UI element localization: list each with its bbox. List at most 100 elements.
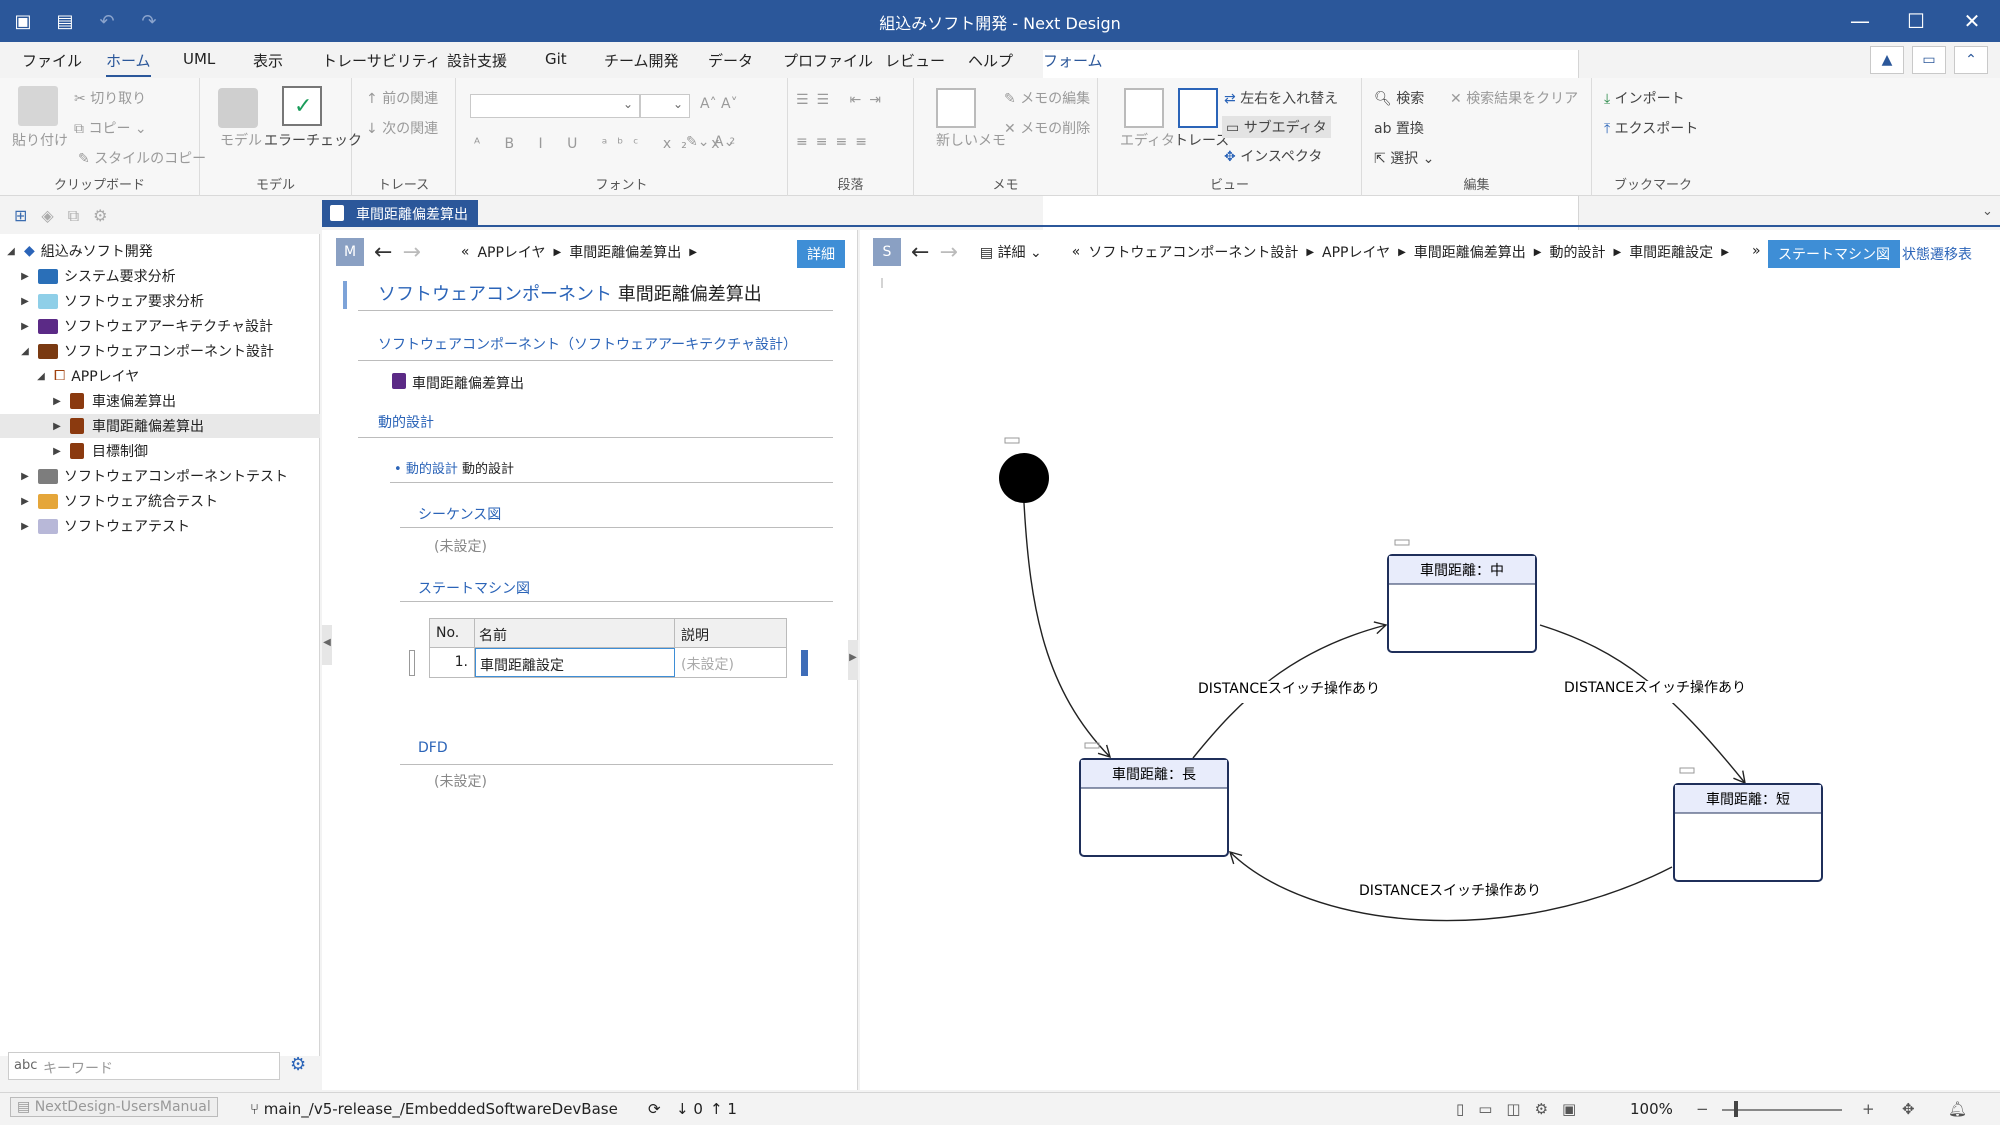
tree-copy-icon[interactable]: ⧉ — [68, 206, 79, 226]
tree-item[interactable]: ▶ ソフトウェアテスト — [18, 514, 190, 538]
initial-state[interactable] — [999, 453, 1049, 503]
tree-item[interactable]: ◢ ⧠ APPレイヤ — [34, 364, 139, 388]
copy-button[interactable]: ⧉ コピー ⌄ — [74, 118, 147, 138]
expand-icon[interactable]: ▶ — [18, 496, 32, 507]
expand-icon[interactable]: ▶ — [50, 446, 64, 457]
account-icon[interactable]: ▲ — [1870, 46, 1904, 74]
zoom-out-icon[interactable]: − — [1696, 1100, 1709, 1118]
close-icon[interactable]: ✕ — [1944, 0, 2000, 42]
font-size-select[interactable]: ⌄ — [640, 94, 690, 118]
copy-style-button[interactable]: ✎ スタイルのコピー — [78, 148, 206, 168]
error-check-button[interactable]: エラーチェック — [264, 130, 362, 150]
swap-button[interactable]: ⇄ 左右を入れ替え — [1224, 88, 1338, 108]
forward-icon[interactable]: → — [402, 240, 420, 265]
tree-item[interactable]: ▶ 目標制御 — [50, 439, 148, 463]
cut-button[interactable]: ✂ 切り取り — [74, 88, 146, 108]
push-count[interactable]: ↑ 1 — [710, 1100, 737, 1118]
tab-traceability[interactable]: トレーサビリティ — [322, 50, 441, 71]
subeditor-button[interactable]: ▭ サブエディタ — [1222, 116, 1331, 138]
tree-link-icon[interactable]: ⚙ — [93, 206, 107, 226]
expand-icon[interactable]: ▶ — [50, 396, 64, 407]
edit-memo-button[interactable]: ✎ メモの編集 — [1004, 88, 1090, 108]
collapse-left-icon[interactable]: ◀ — [322, 625, 332, 665]
tree-item[interactable]: ▶ ソフトウェア要求分析 — [18, 289, 204, 313]
export-button[interactable]: ⤒ エクスポート — [1604, 118, 1698, 138]
expand-icon[interactable]: ▶ — [50, 421, 64, 432]
transition-label[interactable]: DISTANCEスイッチ操作あり — [1359, 883, 1541, 899]
transition-mid-to-short[interactable] — [1539, 624, 1746, 785]
delete-memo-button[interactable]: ✕ メモの削除 — [1004, 118, 1090, 138]
column-header[interactable]: No. — [430, 619, 475, 647]
search-button[interactable]: 🔍︎ 検索 — [1374, 88, 1424, 108]
inspector-button[interactable]: ✥ インスペクタ — [1224, 146, 1322, 166]
fit-icon[interactable]: ✥ — [1902, 1100, 1915, 1118]
tab-list-icon[interactable]: ⌄ — [1982, 204, 1993, 219]
bell-icon[interactable]: 🔔︎ — [1948, 1100, 1967, 1118]
filter-settings-icon[interactable]: ⚙ — [290, 1054, 306, 1075]
tab-profile[interactable]: プロファイル — [783, 50, 873, 71]
row-handle[interactable] — [409, 650, 415, 676]
select-button[interactable]: ⇱ 選択 ⌄ — [1374, 148, 1434, 168]
zoom-in-icon[interactable]: + — [1862, 1100, 1875, 1118]
tab-review[interactable]: レビュー — [885, 50, 945, 71]
import-button[interactable]: ⤓ インポート — [1604, 88, 1685, 108]
state-long[interactable]: 車間距離：長 — [1079, 758, 1229, 857]
back-icon[interactable]: ← — [374, 240, 392, 265]
collapse-ribbon-icon[interactable]: ⌃ — [1954, 46, 1988, 74]
next-relation-button[interactable]: ↓ 次の関連 — [366, 118, 438, 138]
collapse-icon[interactable]: ◢ — [4, 246, 18, 257]
breadcrumb-prefix[interactable]: « — [461, 244, 470, 260]
font-family-select[interactable]: ⌄ — [470, 94, 640, 118]
component-link[interactable]: 車間距離偏差算出 — [412, 373, 524, 393]
tab-home[interactable]: ホーム — [106, 50, 151, 77]
clear-search-button[interactable]: ✕ 検索結果をクリア — [1450, 88, 1578, 108]
tab-design-support[interactable]: 設計支援 — [447, 50, 507, 71]
comment-icon[interactable]: ▭ — [1912, 46, 1946, 74]
collapse-icon[interactable]: ◢ — [34, 371, 48, 382]
keyword-search-input[interactable]: キーワード — [8, 1052, 280, 1080]
initial-transition[interactable] — [1023, 502, 1112, 759]
tab-help[interactable]: ヘルプ — [968, 50, 1013, 71]
transition-label[interactable]: DISTANCEスイッチ操作あり — [1198, 681, 1380, 697]
tree-item[interactable]: ▶ ソフトウェアアーキテクチャ設計 — [18, 314, 273, 338]
tree-view-icon[interactable]: ⊞ — [14, 206, 27, 226]
sync-icon[interactable]: ⟳ — [648, 1100, 661, 1118]
row-handle-right[interactable] — [801, 650, 808, 676]
list-buttons[interactable]: ☰☰ ⇤⇥ — [796, 92, 889, 108]
collapse-right-icon[interactable]: ▶ — [848, 640, 858, 680]
layout-icons[interactable]: ▯▭◫⚙▣ — [1456, 1100, 1590, 1118]
expand-icon[interactable]: ▶ — [18, 321, 32, 332]
tree-item[interactable]: ▶ ソフトウェア統合テスト — [18, 489, 218, 513]
git-branch-item[interactable]: ⑂ main_/v5-release_/EmbeddedSoftwareDevB… — [250, 1100, 618, 1118]
tab-uml[interactable]: UML — [183, 50, 215, 68]
zoom-thumb[interactable] — [1734, 1101, 1738, 1117]
tab-view[interactable]: 表示 — [253, 50, 283, 71]
transition-label[interactable]: DISTANCEスイッチ操作あり — [1564, 680, 1746, 696]
maximize-icon[interactable]: ☐ — [1888, 0, 1944, 42]
tree-item-selected[interactable]: ▶ 車間距離偏差算出 — [0, 414, 320, 438]
tree-item[interactable]: ▶ システム要求分析 — [18, 264, 176, 288]
new-memo-button[interactable]: 新しいメモ — [936, 130, 1006, 150]
tab-team[interactable]: チーム開発 — [604, 50, 679, 71]
tree-item[interactable]: ◢ ソフトウェアコンポーネント設計 — [18, 339, 274, 363]
row-name-cell[interactable]: 車間距離設定 — [475, 648, 675, 677]
expand-icon[interactable]: ▶ — [18, 471, 32, 482]
tab-file[interactable]: ファイル — [22, 50, 82, 71]
editor-tab[interactable]: 車間距離偏差算出 — [322, 200, 478, 226]
prev-relation-button[interactable]: ↑ 前の関連 — [366, 88, 438, 108]
grow-font-icon[interactable]: A˄ A˅ — [700, 96, 738, 112]
breadcrumb-item[interactable]: 車間距離偏差算出 — [569, 242, 681, 262]
tree-item[interactable]: ▶ 車速偏差算出 — [50, 389, 176, 413]
dynamic-design-item[interactable]: • 動的設計 動的設計 — [394, 458, 514, 477]
align-buttons[interactable]: ≡≡≡≡ — [796, 134, 875, 150]
state-mid[interactable]: 車間距離：中 — [1387, 554, 1537, 653]
tree-item[interactable]: ◢ ◆ 組込みソフト開発 — [4, 239, 153, 263]
pull-count[interactable]: ↓ 0 — [676, 1100, 703, 1118]
model-button[interactable]: モデル — [220, 130, 262, 150]
zoom-slider[interactable] — [1722, 1109, 1842, 1111]
expand-icon[interactable]: ▶ — [18, 271, 32, 282]
collapse-icon[interactable]: ◢ — [18, 346, 32, 357]
breadcrumb-item[interactable]: APPレイヤ — [477, 242, 545, 262]
editor-button[interactable]: エディタ — [1120, 130, 1175, 150]
user-manual-item[interactable]: ▤ NextDesign-UsersManual — [10, 1097, 218, 1117]
